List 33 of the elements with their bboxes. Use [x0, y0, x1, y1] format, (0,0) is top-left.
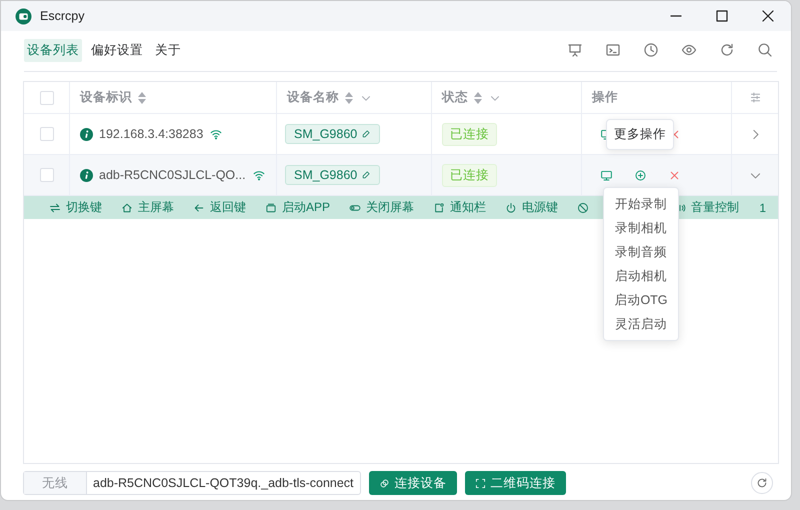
connect-button[interactable]: 连接设备 [368, 471, 457, 495]
status-tag: 已连接 [442, 122, 497, 146]
device-control-button[interactable]: 通知栏 [433, 199, 486, 216]
menu-item[interactable]: 开始录制 [604, 192, 678, 216]
device-id: adb-R5CNC0SJLCL-QO... [99, 168, 246, 182]
device-control-button[interactable]: 电源键 [505, 199, 558, 216]
address-input[interactable]: 无线 adb-R5CNC0SJLCL-QOT39q._adb-tls-connect [23, 471, 361, 495]
window-title: Escrcpy [40, 9, 84, 23]
tab[interactable]: 关于 [152, 38, 184, 62]
column-header: 操作 [592, 89, 618, 106]
device-name-tag[interactable]: SM_G9860 [285, 124, 380, 144]
device-id: 192.168.3.4:38283 [99, 127, 204, 141]
device-control-button[interactable]: 关闭屏幕 [349, 199, 414, 216]
column-header: 设备名称 [287, 89, 339, 106]
menu-item[interactable]: 启动相机 [604, 264, 678, 288]
menu-item[interactable]: 灵活启动 [604, 312, 678, 336]
menu-item[interactable]: 录制相机 [604, 216, 678, 240]
device-name-tag[interactable]: SM_G9860 [285, 165, 380, 185]
tab[interactable]: 设备列表 [24, 38, 82, 62]
status-tag: 已连接 [442, 164, 497, 186]
device-control-button[interactable]: 切换键 [49, 199, 102, 216]
connect-button[interactable]: 二维码连接 [464, 471, 566, 495]
tab[interactable]: 偏好设置 [88, 38, 146, 62]
control-count: 1 [759, 200, 766, 214]
device-control-button[interactable]: 主屏幕 [121, 199, 174, 216]
device-control-button[interactable]: 返回键 [193, 199, 246, 216]
device-control-button[interactable]: 启动APP [265, 199, 330, 216]
input-prefix: 无线 [24, 472, 87, 494]
tooltip: 更多操作 [606, 119, 674, 150]
column-header: 设备标识 [80, 89, 132, 106]
column-header: 状态 [442, 89, 468, 106]
menu-item[interactable]: 启动OTG [604, 288, 678, 312]
menu-item[interactable]: 录制音频 [604, 240, 678, 264]
